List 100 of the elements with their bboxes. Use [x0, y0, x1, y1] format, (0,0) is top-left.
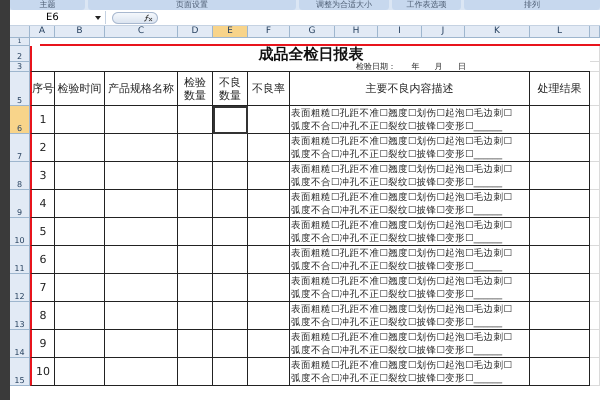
table-cell[interactable]: [213, 302, 248, 330]
table-cell[interactable]: [213, 246, 248, 274]
table-cell[interactable]: [178, 330, 213, 358]
table-cell[interactable]: [213, 218, 248, 246]
name-box[interactable]: E6: [10, 11, 106, 24]
serial-number: 10: [30, 358, 55, 386]
row-header[interactable]: 6: [10, 106, 30, 134]
row-header[interactable]: 14: [10, 330, 30, 358]
row-header[interactable]: 3: [10, 62, 30, 72]
table-cell[interactable]: [55, 218, 105, 246]
column-header[interactable]: E: [213, 26, 248, 38]
row-header[interactable]: 8: [10, 162, 30, 190]
table-cell[interactable]: [105, 246, 178, 274]
table-cell[interactable]: [248, 358, 290, 386]
defect-checklist: 表面粗糙☐孔距不准☐翘度☐划伤☐起泡☐毛边刺☐ 弧度不合☐冲孔不正☐裂纹☐披锋☐变形☐______: [290, 330, 530, 358]
row-header[interactable]: 7: [10, 134, 30, 162]
insert-function-button[interactable]: [112, 12, 158, 24]
table-cell[interactable]: [530, 246, 590, 274]
table-cell[interactable]: [530, 274, 590, 302]
table-cell[interactable]: [530, 358, 590, 386]
serial-number: 5: [30, 218, 55, 246]
table-cell[interactable]: [55, 330, 105, 358]
table-cell[interactable]: [530, 330, 590, 358]
table-cell[interactable]: [248, 162, 290, 190]
table-cell[interactable]: [55, 302, 105, 330]
column-heading: 检验数量: [178, 72, 213, 106]
serial-number: 1: [30, 106, 55, 134]
column-header[interactable]: C: [105, 26, 178, 38]
table-cell[interactable]: [105, 134, 178, 162]
row-header[interactable]: 5: [10, 72, 30, 106]
table-cell[interactable]: [248, 330, 290, 358]
table-cell[interactable]: [248, 302, 290, 330]
table-cell[interactable]: [55, 162, 105, 190]
table-cell[interactable]: [105, 106, 178, 134]
column-header[interactable]: G: [290, 26, 335, 38]
row-header[interactable]: 2: [10, 46, 30, 62]
table-cell[interactable]: [530, 218, 590, 246]
table-cell[interactable]: [213, 134, 248, 162]
column-heading: 主要不良内容描述: [290, 72, 530, 106]
row-header[interactable]: 11: [10, 246, 30, 274]
table-cell[interactable]: [55, 274, 105, 302]
table-cell[interactable]: [530, 302, 590, 330]
table-cell[interactable]: [178, 190, 213, 218]
row-header[interactable]: 10: [10, 218, 30, 246]
table-cell[interactable]: [213, 358, 248, 386]
column-header[interactable]: J: [422, 26, 465, 38]
table-cell[interactable]: [178, 274, 213, 302]
row-header[interactable]: 13: [10, 302, 30, 330]
column-header[interactable]: H: [335, 26, 378, 38]
column-header[interactable]: K: [465, 26, 530, 38]
table-cell[interactable]: [105, 330, 178, 358]
serial-number: 3: [30, 162, 55, 190]
table-cell[interactable]: [55, 358, 105, 386]
row-header[interactable]: 12: [10, 274, 30, 302]
table-cell[interactable]: [248, 134, 290, 162]
column-header[interactable]: A: [30, 26, 55, 38]
table-cell[interactable]: [55, 106, 105, 134]
table-cell[interactable]: [105, 358, 178, 386]
function-icon: [143, 14, 153, 22]
table-cell[interactable]: [530, 134, 590, 162]
serial-number: 6: [30, 246, 55, 274]
table-cell[interactable]: [530, 162, 590, 190]
row-header[interactable]: 9: [10, 190, 30, 218]
table-cell[interactable]: [530, 190, 590, 218]
table-cell[interactable]: [178, 162, 213, 190]
row-header[interactable]: 15: [10, 358, 30, 386]
column-header[interactable]: L: [530, 26, 590, 38]
table-cell[interactable]: [55, 190, 105, 218]
table-cell[interactable]: [248, 190, 290, 218]
table-cell[interactable]: [248, 218, 290, 246]
column-header[interactable]: I: [378, 26, 422, 38]
column-heading: 不良数量: [213, 72, 248, 106]
table-cell[interactable]: [55, 134, 105, 162]
table-cell[interactable]: [213, 162, 248, 190]
column-header[interactable]: D: [178, 26, 213, 38]
table-cell[interactable]: [105, 190, 178, 218]
table-cell[interactable]: [178, 134, 213, 162]
table-cell[interactable]: [105, 274, 178, 302]
table-cell[interactable]: [530, 106, 590, 134]
table-cell[interactable]: [55, 246, 105, 274]
table-cell[interactable]: [178, 302, 213, 330]
table-cell[interactable]: [248, 274, 290, 302]
table-cell[interactable]: [213, 274, 248, 302]
table-cell[interactable]: [213, 106, 248, 134]
table-cell[interactable]: [178, 246, 213, 274]
table-cell[interactable]: [213, 190, 248, 218]
table-cell: [590, 62, 600, 72]
table-cell[interactable]: [213, 330, 248, 358]
table-cell[interactable]: [105, 218, 178, 246]
table-cell[interactable]: [178, 106, 213, 134]
table-cell[interactable]: [105, 162, 178, 190]
table-cell: [590, 72, 600, 106]
table-cell[interactable]: [178, 218, 213, 246]
table-cell[interactable]: [178, 358, 213, 386]
table-cell[interactable]: [248, 246, 290, 274]
ribbon-group-label: 调整为合适大小: [299, 0, 389, 10]
table-cell[interactable]: [105, 302, 178, 330]
column-header[interactable]: B: [55, 26, 105, 38]
table-cell[interactable]: [248, 106, 290, 134]
column-header[interactable]: F: [248, 26, 290, 38]
